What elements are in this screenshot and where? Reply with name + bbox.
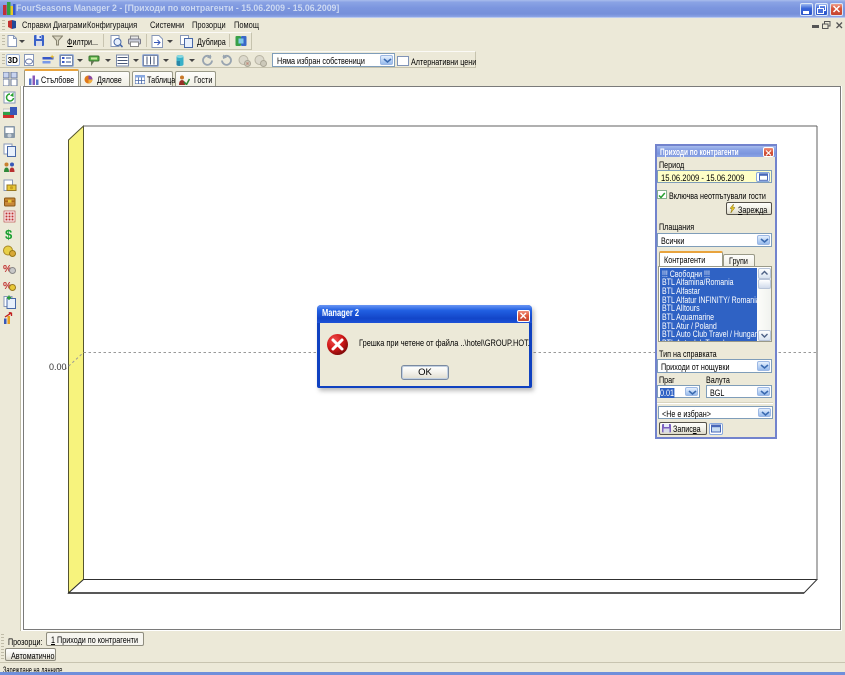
svg-text:$: $ xyxy=(5,227,13,242)
svg-text:0.00: 0.00 xyxy=(49,362,67,372)
